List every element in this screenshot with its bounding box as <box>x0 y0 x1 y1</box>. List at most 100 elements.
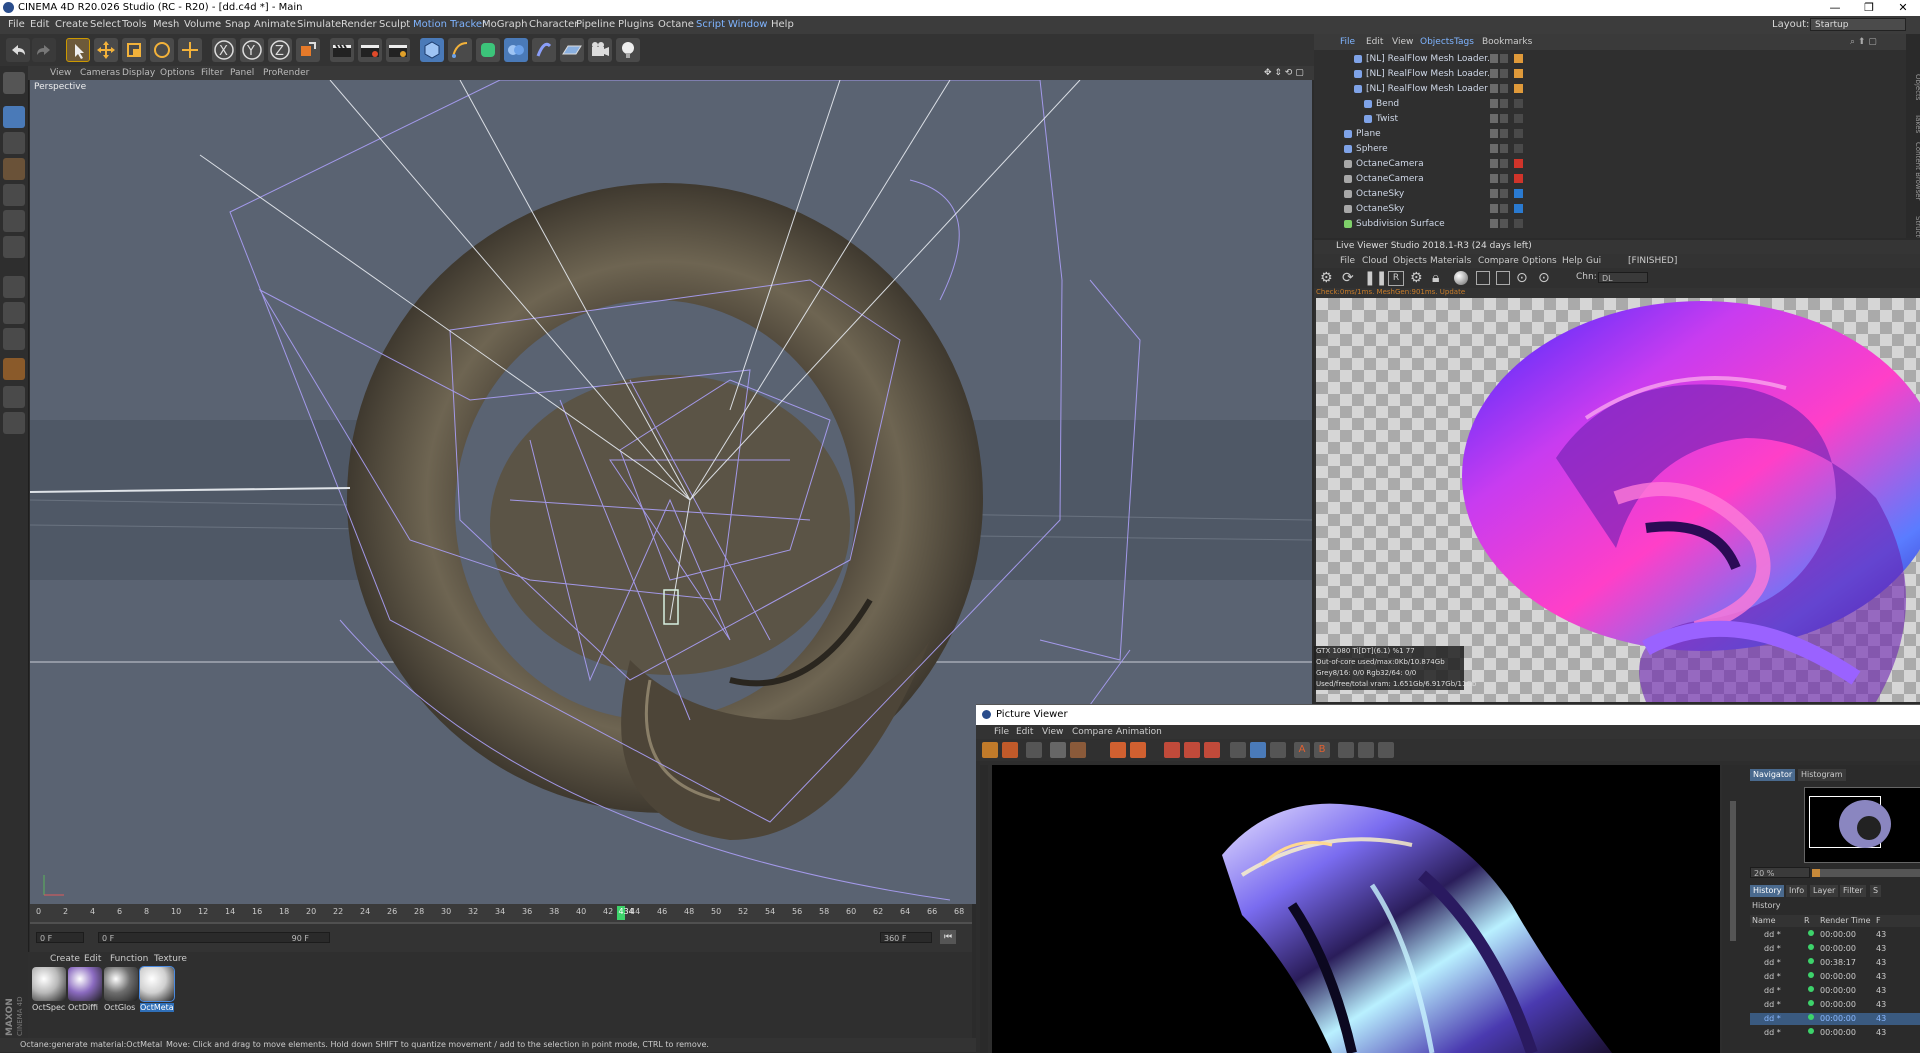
texture-mode-icon[interactable] <box>3 132 25 154</box>
viewport-menu-display[interactable]: Display <box>122 68 155 78</box>
history-row[interactable]: dd * 00:38:17 43 <box>1750 957 1920 969</box>
side-tab-takes[interactable]: Takes <box>1914 113 1920 134</box>
timeline-ruler[interactable]: 0 2 4 6 8 10 12 14 16 18 20 22 24 26 28 30 32 34 36 38 40 42 4… <box>30 904 972 924</box>
channel-alpha-icon[interactable] <box>1270 742 1286 758</box>
channel-select[interactable]: DL <box>1598 272 1648 283</box>
settings-gear-icon[interactable]: ⚙ <box>1320 270 1333 286</box>
pin-icon[interactable]: ⊙ <box>1516 270 1528 286</box>
enable-flag[interactable] <box>1500 144 1508 153</box>
menu-character[interactable]: Character <box>529 19 578 30</box>
history-row[interactable]: dd * 00:00:00 43 <box>1750 999 1920 1011</box>
object-tag-icon[interactable] <box>1514 129 1523 138</box>
history-row[interactable]: dd * 00:00:00 43 <box>1750 1013 1920 1025</box>
open-file-icon[interactable] <box>982 742 998 758</box>
object-menu-tags[interactable]: Tags <box>1454 37 1474 47</box>
lv-menu-gui[interactable]: Gui <box>1586 256 1601 266</box>
object-menu-bookmarks[interactable]: Bookmarks <box>1482 37 1532 47</box>
subdivision-surface-icon[interactable] <box>476 38 500 62</box>
menu-help[interactable]: Help <box>771 19 794 30</box>
navigator-thumbnail[interactable] <box>1804 787 1920 863</box>
enable-flag[interactable] <box>1500 114 1508 123</box>
enable-flag[interactable] <box>1500 204 1508 213</box>
coordinate-system-icon[interactable] <box>296 38 320 62</box>
tab-navigator[interactable]: Navigator <box>1750 769 1796 781</box>
side-tab-structure[interactable]: Structure <box>1914 216 1920 249</box>
cube-icon[interactable] <box>420 38 444 62</box>
layout-3-icon[interactable] <box>1378 742 1394 758</box>
tab-histogram[interactable]: Histogram <box>1798 769 1846 781</box>
menu-snap[interactable]: Snap <box>225 19 250 30</box>
lv-menu-file[interactable]: File <box>1340 256 1355 266</box>
material-ball-icon[interactable] <box>1454 271 1468 285</box>
material-menu-texture[interactable]: Texture <box>154 954 187 964</box>
object-row[interactable]: OctaneSky <box>1314 202 1906 216</box>
viewport-menu-panel[interactable]: Panel <box>230 68 254 78</box>
tab-layer[interactable]: Layer <box>1810 885 1839 897</box>
tab-s[interactable]: S <box>1870 885 1882 897</box>
enable-flag[interactable] <box>1500 189 1508 198</box>
pen-spline-icon[interactable] <box>448 38 472 62</box>
visibility-flag[interactable] <box>1490 159 1498 168</box>
object-menu-edit[interactable]: Edit <box>1366 37 1383 47</box>
go-to-start-icon[interactable]: ⏮ <box>940 930 956 944</box>
history-row[interactable]: dd * 00:00:00 43 <box>1750 971 1920 983</box>
enable-flag[interactable] <box>1500 159 1508 168</box>
object-tag-icon[interactable] <box>1514 99 1523 108</box>
viewport-menu-filter[interactable]: Filter <box>201 68 223 78</box>
menu-mograph[interactable]: MoGraph <box>482 19 527 30</box>
visibility-flag[interactable] <box>1490 204 1498 213</box>
object-tag-icon[interactable] <box>1514 114 1523 123</box>
object-row[interactable]: Subdivision Surface <box>1314 217 1906 231</box>
menu-simulate[interactable]: Simulate <box>297 19 341 30</box>
pv-menu-edit[interactable]: Edit <box>1016 727 1033 737</box>
object-tag-icon[interactable] <box>1514 219 1523 228</box>
workplane-mode-icon[interactable] <box>3 158 25 180</box>
clay-mode-icon[interactable] <box>1476 271 1490 285</box>
object-tag-icon[interactable] <box>1514 189 1523 198</box>
menu-tools[interactable]: Tools <box>122 19 147 30</box>
object-row[interactable]: Plane <box>1314 127 1906 141</box>
visibility-flag[interactable] <box>1490 189 1498 198</box>
object-tag-icon[interactable] <box>1514 159 1523 168</box>
menu-select[interactable]: Select <box>90 19 121 30</box>
layout-2-icon[interactable] <box>1358 742 1374 758</box>
object-row[interactable]: Bend <box>1314 97 1906 111</box>
tweak-mode-icon[interactable] <box>3 302 25 324</box>
array-icon[interactable] <box>504 38 528 62</box>
enable-flag[interactable] <box>1500 99 1508 108</box>
enable-flag[interactable] <box>1500 54 1508 63</box>
scale-icon[interactable] <box>122 38 146 62</box>
search-icon[interactable]: ⌕ ⬆ ▢ <box>1850 37 1877 47</box>
channel-rgb-icon[interactable] <box>1250 742 1266 758</box>
object-row[interactable]: Sphere <box>1314 142 1906 156</box>
model-mode-icon[interactable] <box>3 106 25 128</box>
object-tag-icon[interactable] <box>1514 174 1523 183</box>
enable-flag[interactable] <box>1500 69 1508 78</box>
picture-viewer-render[interactable] <box>992 765 1720 1053</box>
visibility-flag[interactable] <box>1490 219 1498 228</box>
select-arrow-icon[interactable] <box>66 38 90 62</box>
history-row[interactable]: dd * 00:00:00 43 <box>1750 985 1920 997</box>
viewport-menu-prorender[interactable]: ProRender <box>263 68 309 78</box>
menu-animate[interactable]: Animate <box>254 19 296 30</box>
material-swatch[interactable] <box>68 967 102 1001</box>
region-render-icon[interactable]: R <box>1388 271 1404 286</box>
menu-motion-tracker[interactable]: Motion Tracker <box>413 19 486 30</box>
floor-icon[interactable] <box>560 38 584 62</box>
enable-flag[interactable] <box>1500 84 1508 93</box>
soft-selection-icon[interactable] <box>3 358 25 380</box>
material-menu-edit[interactable]: Edit <box>84 954 101 964</box>
zoom-field[interactable]: 20 % <box>1750 867 1810 878</box>
pv-menu-animation[interactable]: Animation <box>1116 727 1162 737</box>
material-menu-create[interactable]: Create <box>50 954 80 964</box>
render-settings-pv-icon[interactable] <box>1204 742 1220 758</box>
visibility-flag[interactable] <box>1490 54 1498 63</box>
object-row[interactable]: [NL] RealFlow Mesh Loader.2 <box>1314 52 1906 66</box>
lv-menu-materials[interactable]: Materials <box>1430 256 1471 266</box>
enable-flag[interactable] <box>1500 174 1508 183</box>
menu-plugins[interactable]: Plugins <box>618 19 654 30</box>
render-picture-viewer-icon[interactable] <box>358 38 382 62</box>
move-icon[interactable] <box>94 38 118 62</box>
focus-picker-icon[interactable]: ⊙ <box>1538 270 1550 286</box>
render-view-icon[interactable] <box>330 38 354 62</box>
